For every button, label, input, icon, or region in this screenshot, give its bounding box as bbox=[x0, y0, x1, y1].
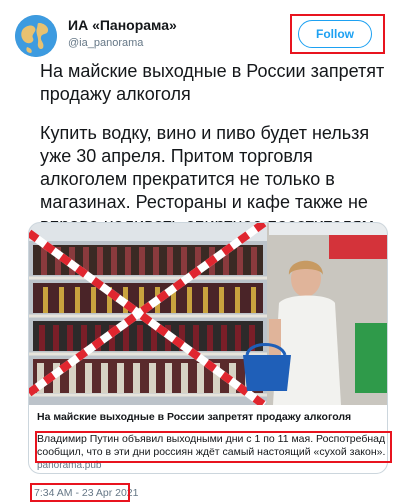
follow-highlight-box bbox=[290, 14, 385, 54]
card-image[interactable] bbox=[29, 223, 387, 405]
avatar[interactable] bbox=[15, 15, 57, 57]
tweet-paragraph-headline: На майские выходные в России запретят пр… bbox=[40, 61, 385, 104]
tweet: ИА «Панорама» @ia_panorama Follow На май… bbox=[0, 0, 414, 503]
timestamp-highlight-box bbox=[30, 483, 130, 502]
author-handle[interactable]: @ia_panorama bbox=[68, 37, 143, 49]
globe-avatar-icon bbox=[15, 15, 57, 57]
tweet-text: На майские выходные в России запретят пр… bbox=[40, 60, 400, 237]
description-highlight-box bbox=[35, 431, 392, 463]
card-title[interactable]: На майские выходные в России запретят пр… bbox=[37, 411, 351, 423]
photo-liquor-shelves-crossed-tape bbox=[29, 223, 387, 405]
tweet-paragraph-body: Купить водку, вино и пиво будет нельзя у… bbox=[40, 123, 379, 235]
author-name[interactable]: ИА «Панорама» bbox=[68, 17, 177, 33]
